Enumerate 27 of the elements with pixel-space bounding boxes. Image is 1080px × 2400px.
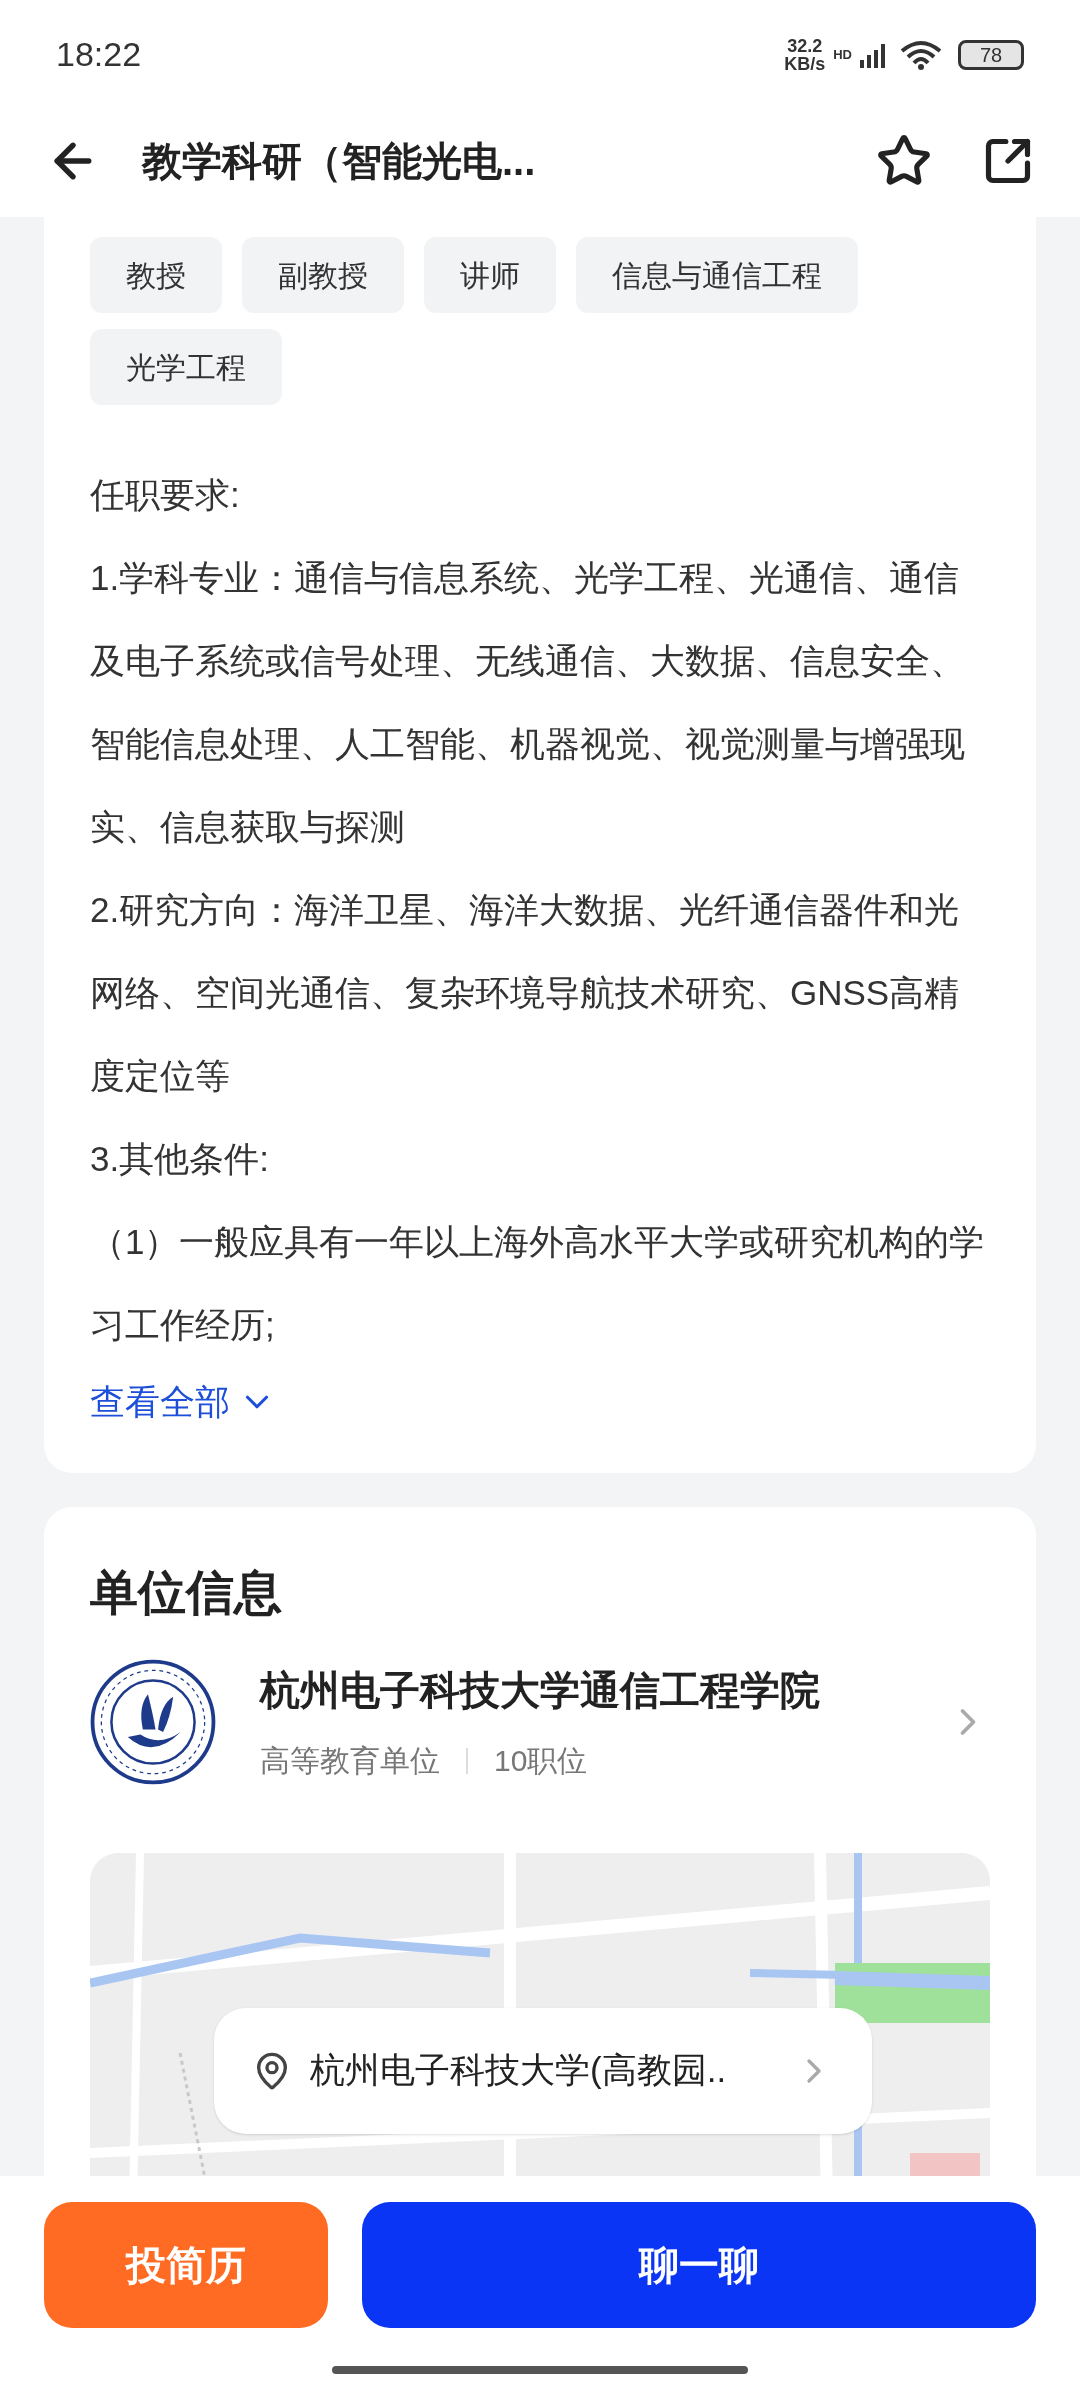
requirements-heading: 任职要求: <box>90 474 241 516</box>
hd-label: HD <box>833 45 852 64</box>
network-speed: 32.2 <box>787 36 823 55</box>
map-panel[interactable]: 杭州电子科技大学(高教园.. <box>90 1852 990 2176</box>
requirement-text: 1.学科专业：通信与信息系统、光学工程、光通信、通信及电子系统或信号处理、无线通信、大数据、信息安全、智能信息处理、人工智能、机器视觉、视觉测量与增强现实、信息获取与探测 <box>90 557 966 848</box>
page-title: 教学科研（智能光电... <box>142 138 536 185</box>
organization-name: 杭州电子科技大学通信工程学院 <box>260 1667 821 1714</box>
position-count: 10职位 <box>494 1743 588 1779</box>
organization-type: 高等教育单位 <box>260 1743 440 1779</box>
battery-indicator: 78 <box>958 39 1024 70</box>
location-bubble[interactable]: 杭州电子科技大学(高教园.. <box>214 2007 872 2134</box>
location-text: 杭州电子科技大学(高教园.. <box>310 2049 727 2092</box>
tag: 讲师 <box>424 237 556 313</box>
wifi-icon <box>898 38 944 71</box>
status-time: 18:22 <box>56 34 142 75</box>
university-emblem-icon <box>90 1658 216 1785</box>
tag: 副教授 <box>242 237 404 313</box>
tag: 信息与通信工程 <box>576 237 858 313</box>
see-all-link[interactable]: 查看全部 <box>90 1376 276 1429</box>
tag: 光学工程 <box>90 329 282 405</box>
requirement-text: 3.其他条件: <box>90 1138 270 1180</box>
requirement-text: 2.研究方向：海洋卫星、海洋大数据、光纤通信器件和光网络、空间光通信、复杂环境导航技术研究、GNSS高精度定位等 <box>90 889 961 1097</box>
tag: 教授 <box>90 237 222 313</box>
chat-button[interactable]: 聊一聊 <box>362 2202 1036 2328</box>
requirement-text: （1）一般应具有一年以上海外高水平大学或研究机构的学习工作经历; <box>90 1221 986 1346</box>
section-title: 单位信息 <box>90 1564 283 1621</box>
network-speed-unit: KB/s <box>784 54 826 73</box>
